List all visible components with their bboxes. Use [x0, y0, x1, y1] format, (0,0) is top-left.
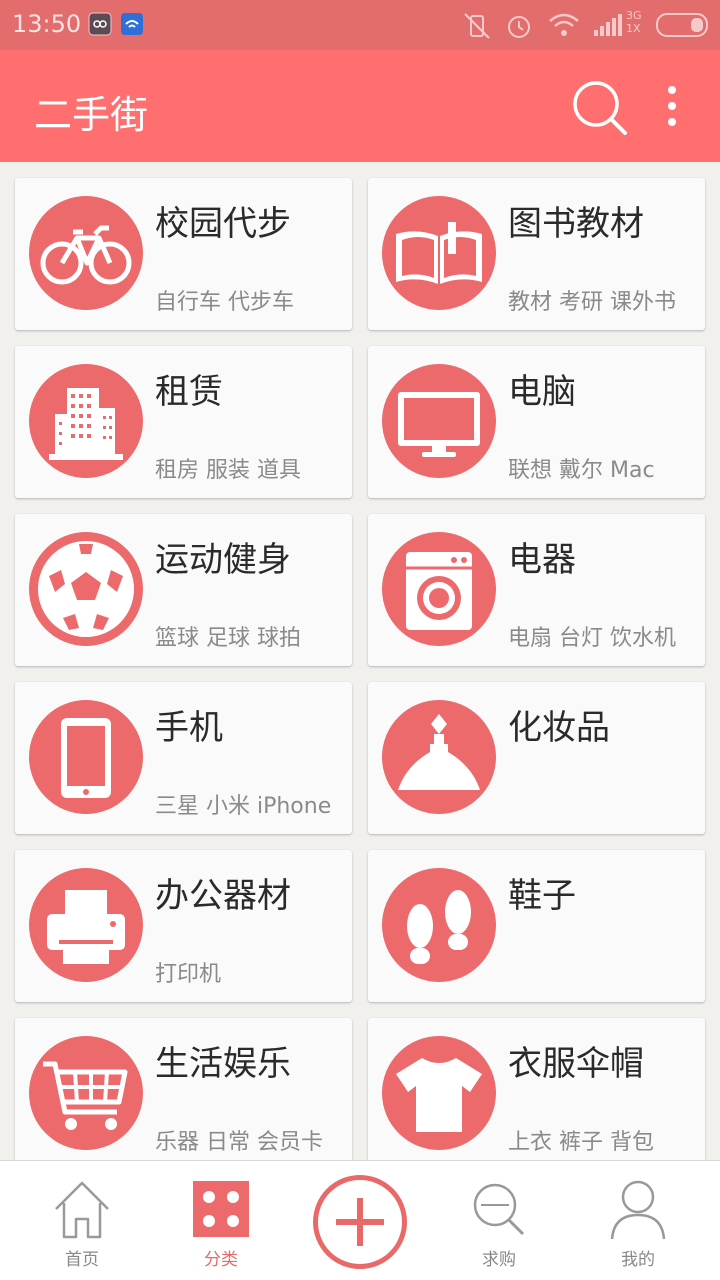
perfume-bottle-icon [382, 700, 496, 814]
category-card-books[interactable]: 图书教材 教材 考研 课外书 [368, 178, 705, 330]
category-subtitle: 乐器 日常 会员卡 [155, 1130, 323, 1155]
status-time: 13:50 [12, 10, 82, 38]
building-icon [29, 364, 143, 478]
category-subtitle: 篮球 足球 球拍 [155, 626, 301, 651]
category-grid-icon [193, 1181, 249, 1237]
category-card-lifestyle[interactable]: 生活娱乐 乐器 日常 会员卡 [15, 1018, 352, 1160]
category-card-rental[interactable]: 租赁 租房 服装 道具 [15, 346, 352, 498]
category-card-appliances[interactable]: 电器 电扇 台灯 饮水机 [368, 514, 705, 666]
category-title: 图书教材 [508, 204, 644, 244]
category-subtitle: 上衣 裤子 背包 [508, 1130, 654, 1155]
category-subtitle: 自行车 代步车 [155, 290, 294, 315]
status-bar: 13:50 3G 1X [0, 0, 720, 50]
printer-icon [29, 868, 143, 982]
battery-icon [656, 13, 708, 37]
search-wanted-icon [473, 1183, 525, 1236]
alarm-icon [508, 16, 530, 38]
category-subtitle: 租房 服装 道具 [155, 458, 301, 483]
tab-wanted[interactable]: 求购 [427, 1161, 571, 1280]
category-title: 租赁 [155, 372, 223, 412]
category-title: 电脑 [508, 372, 576, 412]
tablet-phone-icon [29, 700, 143, 814]
notification-icon [88, 12, 112, 36]
book-icon [382, 196, 496, 310]
category-title: 运动健身 [155, 540, 291, 580]
network-3g-label: 3G [626, 9, 642, 22]
more-vert-icon[interactable] [655, 84, 689, 128]
app-title: 二手街 [34, 93, 149, 137]
wifi-app-icon [121, 13, 143, 35]
tshirt-icon [382, 1036, 496, 1150]
shopping-cart-icon [29, 1036, 143, 1150]
bottom-tab-bar: 首页 分类 求购 我的 [0, 1160, 720, 1280]
category-title: 化妆品 [508, 708, 610, 748]
category-subtitle: 联想 戴尔 Mac [508, 458, 655, 483]
category-card-campus-transport[interactable]: 校园代步 自行车 代步车 [15, 178, 352, 330]
category-title: 电器 [508, 540, 576, 580]
wifi-icon [549, 13, 579, 36]
soccer-ball-icon [29, 532, 143, 646]
tab-home[interactable]: 首页 [10, 1161, 154, 1280]
category-subtitle: 三星 小米 iPhone [155, 794, 332, 819]
vibrate-off-icon [464, 13, 490, 39]
tab-label: 首页 [65, 1250, 99, 1270]
home-icon [55, 1181, 109, 1239]
category-subtitle: 教材 考研 课外书 [508, 290, 676, 315]
signal-icon [594, 14, 622, 36]
category-card-sports[interactable]: 运动健身 篮球 足球 球拍 [15, 514, 352, 666]
bicycle-icon [29, 196, 143, 310]
category-title: 校园代步 [155, 204, 291, 244]
category-card-clothing[interactable]: 衣服伞帽 上衣 裤子 背包 [368, 1018, 705, 1160]
category-subtitle: 电扇 台灯 饮水机 [508, 626, 676, 651]
category-title: 手机 [155, 708, 223, 748]
category-card-office[interactable]: 办公器材 打印机 [15, 850, 352, 1002]
add-circle-icon[interactable] [313, 1175, 407, 1269]
network-1x-label: 1X [626, 22, 641, 35]
tab-label: 我的 [621, 1250, 655, 1270]
category-title: 衣服伞帽 [508, 1044, 644, 1084]
search-icon[interactable] [570, 78, 630, 138]
monitor-icon [382, 364, 496, 478]
category-grid: 校园代步 自行车 代步车 图书教材 教材 考研 课外书 租赁 租房 服装 道具 … [0, 162, 720, 1160]
tab-label: 求购 [482, 1250, 516, 1270]
category-subtitle: 打印机 [155, 962, 222, 987]
app-bar: 二手街 [0, 50, 720, 162]
washing-machine-icon [382, 532, 496, 646]
category-card-computer[interactable]: 电脑 联想 戴尔 Mac [368, 346, 705, 498]
tab-label: 分类 [204, 1250, 238, 1270]
category-title: 生活娱乐 [155, 1044, 291, 1084]
profile-icon [610, 1180, 666, 1240]
tab-category[interactable]: 分类 [149, 1161, 293, 1280]
footprints-icon [382, 868, 496, 982]
category-card-phone[interactable]: 手机 三星 小米 iPhone [15, 682, 352, 834]
category-card-shoes[interactable]: 鞋子 [368, 850, 705, 1002]
category-title: 办公器材 [155, 876, 291, 916]
category-card-cosmetics[interactable]: 化妆品 [368, 682, 705, 834]
category-title: 鞋子 [508, 876, 576, 916]
tab-profile[interactable]: 我的 [566, 1161, 710, 1280]
